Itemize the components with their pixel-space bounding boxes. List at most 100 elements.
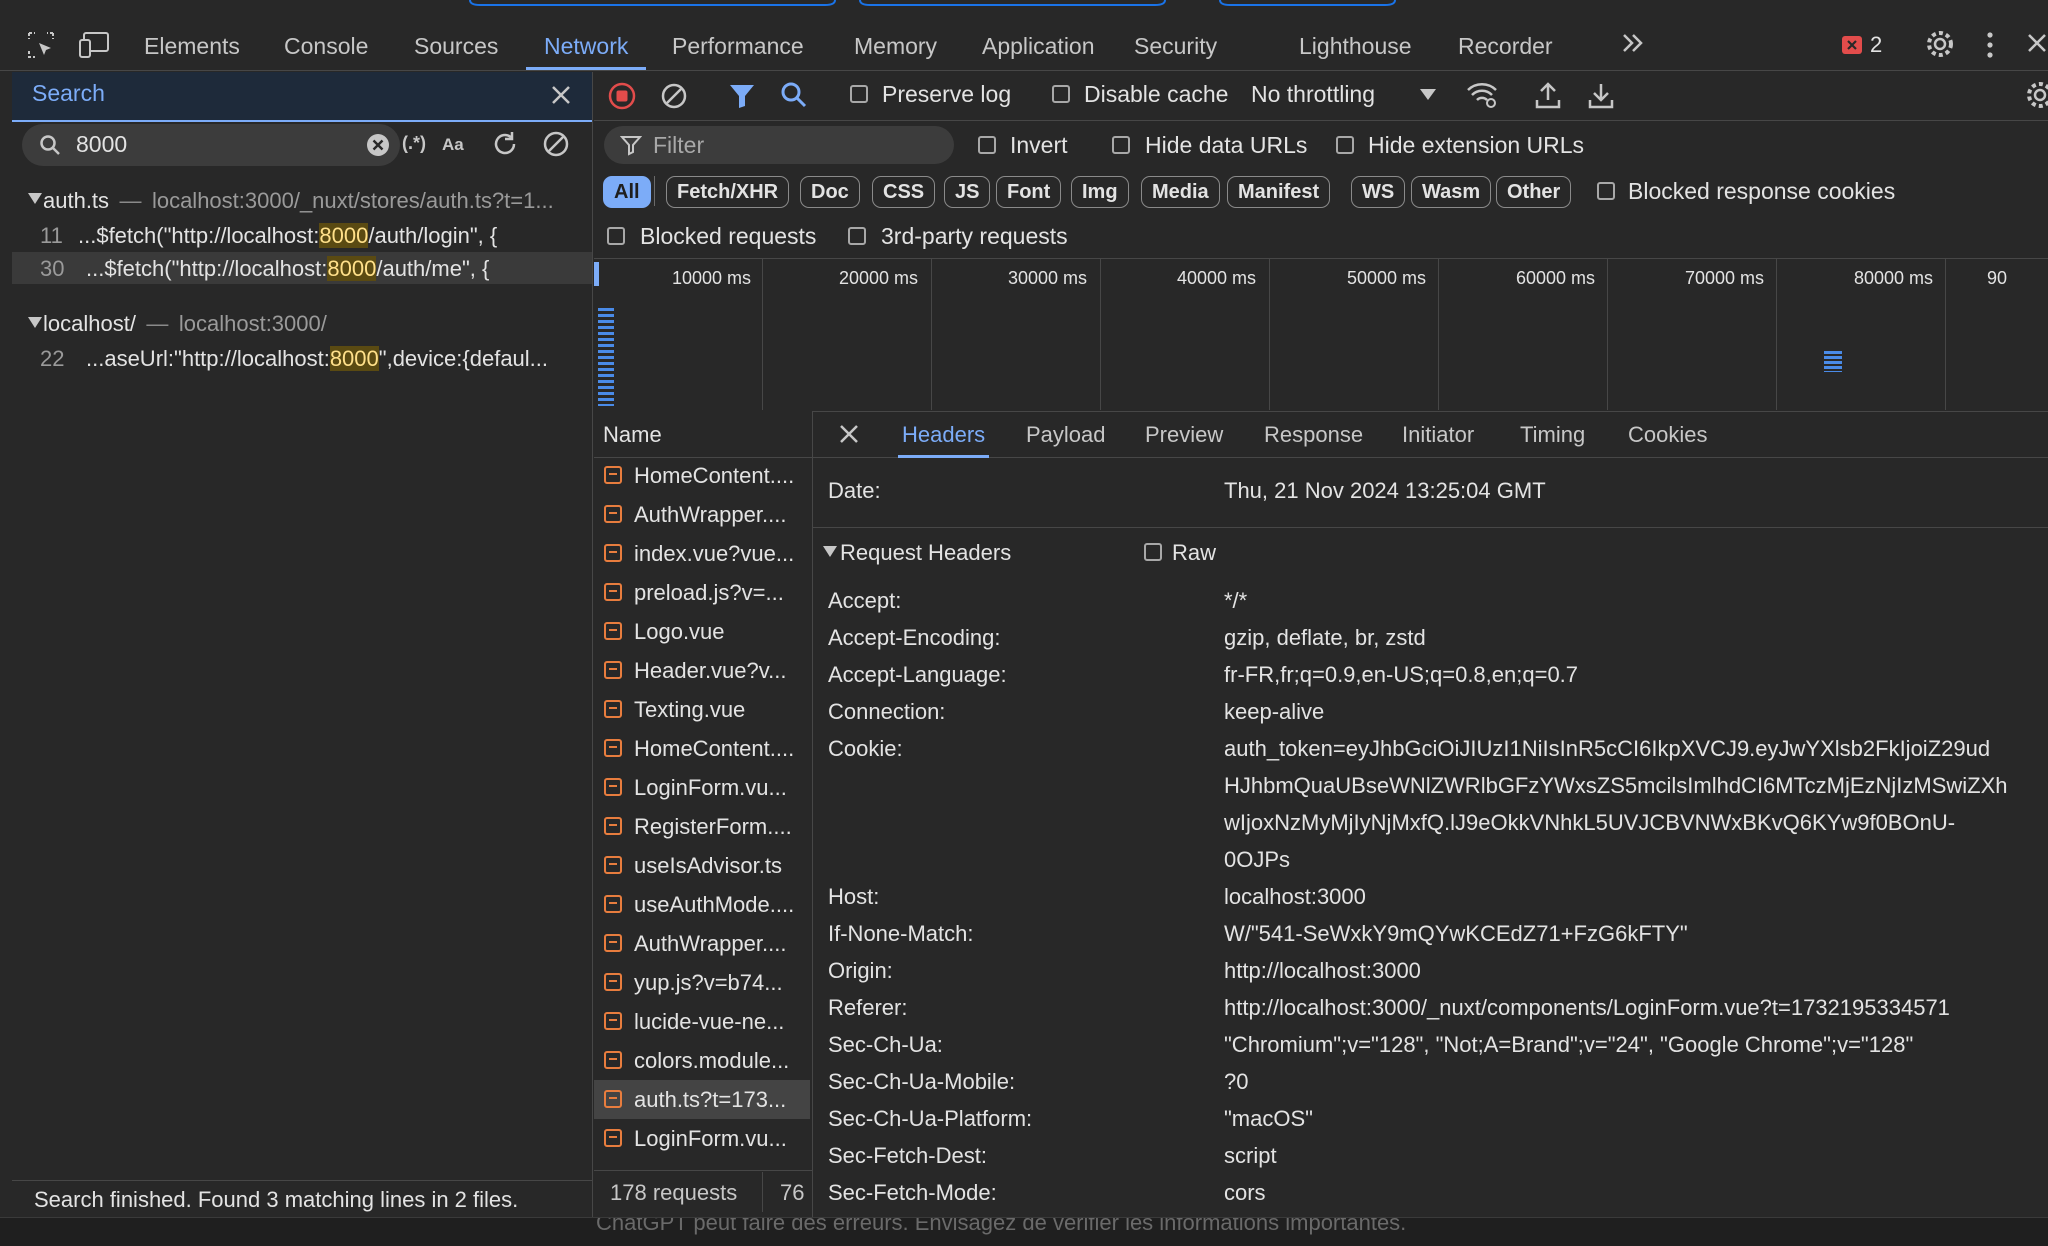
hide-extension-urls-checkbox[interactable]: [1336, 136, 1354, 154]
tab-network[interactable]: Network: [526, 22, 647, 70]
export-har-icon[interactable]: [1587, 80, 1615, 110]
raw-label: Raw: [1172, 540, 1217, 565]
filter-pill-css[interactable]: CSS: [872, 176, 936, 208]
expand-arrow-icon[interactable]: [28, 193, 42, 205]
more-tabs-icon[interactable]: [1618, 28, 1648, 58]
tab-elements[interactable]: Elements: [126, 22, 258, 70]
tab-application[interactable]: Application: [964, 22, 1113, 70]
tab-performance[interactable]: Performance: [654, 22, 822, 70]
timeline-handle[interactable]: [594, 262, 599, 286]
error-count[interactable]: 2: [1870, 32, 1882, 58]
filter-pill-all[interactable]: All: [603, 176, 651, 208]
filter-icon[interactable]: [728, 82, 756, 110]
settings-gear-icon[interactable]: [1924, 28, 1956, 60]
inspect-element-icon[interactable]: [26, 30, 56, 60]
filter-pill-img[interactable]: Img: [1071, 176, 1129, 208]
search-result-line[interactable]: 30 ...$fetch("http://localhost:8000/auth…: [12, 252, 592, 284]
tab-memory[interactable]: Memory: [836, 22, 955, 70]
detail-tab-payload[interactable]: Payload: [1022, 412, 1110, 458]
line-number: 30: [40, 256, 65, 281]
request-row[interactable]: HomeContent....: [594, 456, 810, 495]
raw-checkbox[interactable]: [1144, 543, 1162, 561]
request-row[interactable]: AuthWrapper....: [594, 924, 810, 963]
detail-tab-headers[interactable]: Headers: [898, 412, 990, 458]
request-headers-title[interactable]: Request Headers: [840, 540, 1011, 566]
search-input[interactable]: 8000: [76, 131, 127, 158]
filter-pill-ws[interactable]: WS: [1351, 176, 1406, 208]
match-case-toggle[interactable]: Aa: [442, 135, 464, 155]
search-result-file[interactable]: localhost/ — localhost:3000/: [43, 311, 327, 337]
error-icon[interactable]: [1842, 36, 1862, 54]
throttling-select[interactable]: No throttling: [1251, 81, 1375, 108]
search-result-line[interactable]: 22 ...aseUrl:"http://localhost:8000",dev…: [12, 342, 592, 374]
expand-arrow-icon[interactable]: [28, 317, 42, 329]
request-row[interactable]: useIsAdvisor.ts: [594, 846, 810, 885]
tab-recorder[interactable]: Recorder: [1440, 22, 1571, 70]
filter-input[interactable]: Filter: [653, 132, 704, 159]
tab-security[interactable]: Security: [1116, 22, 1235, 70]
request-row[interactable]: useAuthMode....: [594, 885, 810, 924]
detail-tab-response[interactable]: Response: [1260, 412, 1367, 458]
detail-tab-preview[interactable]: Preview: [1141, 412, 1227, 458]
tab-console[interactable]: Console: [266, 22, 386, 70]
detail-tab-initiator[interactable]: Initiator: [1398, 412, 1478, 458]
search-result-line[interactable]: 11 ...$fetch("http://localhost:8000/auth…: [12, 220, 592, 252]
network-search-icon[interactable]: [779, 80, 809, 110]
line-suffix: /auth/login", {: [368, 223, 498, 248]
search-panel-title[interactable]: Search: [32, 80, 105, 107]
name-column-header[interactable]: Name: [603, 422, 662, 448]
request-row[interactable]: yup.js?v=b74...: [594, 963, 810, 1002]
more-options-icon[interactable]: [1984, 30, 1996, 60]
request-row[interactable]: preload.js?v=...: [594, 573, 810, 612]
refresh-icon[interactable]: [490, 129, 520, 159]
close-search-icon[interactable]: [550, 84, 572, 106]
filter-pill-doc[interactable]: Doc: [800, 176, 860, 208]
timeline-overview[interactable]: [594, 258, 2048, 412]
preserve-log-checkbox[interactable]: [850, 85, 868, 103]
request-row[interactable]: index.vue?vue...: [594, 534, 810, 573]
collapse-arrow-icon[interactable]: [823, 546, 837, 558]
detail-tab-timing[interactable]: Timing: [1516, 412, 1589, 458]
request-row[interactable]: colors.module...: [594, 1041, 810, 1080]
network-conditions-icon[interactable]: [1466, 80, 1498, 110]
request-row[interactable]: LoginForm.vu...: [594, 768, 810, 807]
request-row[interactable]: auth.ts?t=173...: [594, 1080, 810, 1119]
request-row[interactable]: Header.vue?v...: [594, 651, 810, 690]
search-result-file[interactable]: auth.ts — localhost:3000/_nuxt/stores/au…: [43, 188, 554, 214]
invert-checkbox[interactable]: [978, 136, 996, 154]
request-row[interactable]: lucide-vue-ne...: [594, 1002, 810, 1041]
blocked-response-cookies-checkbox[interactable]: [1597, 182, 1615, 200]
disable-cache-checkbox[interactable]: [1052, 85, 1070, 103]
clear-search-icon[interactable]: [366, 133, 390, 157]
detail-tab-cookies[interactable]: Cookies: [1624, 412, 1711, 458]
request-row[interactable]: AuthWrapper....: [594, 495, 810, 534]
device-toolbar-icon[interactable]: [78, 30, 112, 60]
regex-toggle[interactable]: (.*): [402, 133, 426, 154]
close-detail-icon[interactable]: [838, 423, 860, 445]
blocked-requests-checkbox[interactable]: [607, 227, 625, 245]
request-row[interactable]: RegisterForm....: [594, 807, 810, 846]
filter-pill-js[interactable]: JS: [944, 176, 991, 208]
network-settings-gear-icon[interactable]: [2024, 80, 2048, 110]
hide-data-urls-checkbox[interactable]: [1112, 136, 1130, 154]
request-row[interactable]: HomeContent....: [594, 729, 810, 768]
filter-pill-fetch-xhr[interactable]: Fetch/XHR: [666, 176, 790, 208]
tab-lighthouse[interactable]: Lighthouse: [1281, 22, 1430, 70]
clear-results-icon[interactable]: [541, 129, 571, 159]
filter-pill-other[interactable]: Other: [1496, 176, 1572, 208]
tab-sources[interactable]: Sources: [396, 22, 516, 70]
clear-network-log-icon[interactable]: [659, 81, 689, 111]
filter-pill-manifest[interactable]: Manifest: [1227, 176, 1331, 208]
stop-recording-icon[interactable]: [607, 81, 637, 111]
request-row[interactable]: Texting.vue: [594, 690, 810, 729]
filter-pill-wasm[interactable]: Wasm: [1411, 176, 1492, 208]
import-har-icon[interactable]: [1534, 80, 1562, 110]
request-row[interactable]: LoginForm.vu...: [594, 1119, 810, 1158]
filter-pill-font[interactable]: Font: [996, 176, 1062, 208]
request-row[interactable]: Logo.vue: [594, 612, 810, 651]
script-file-icon: [604, 895, 622, 913]
filter-pill-media[interactable]: Media: [1141, 176, 1220, 208]
close-devtools-icon[interactable]: [2026, 32, 2048, 54]
dropdown-arrow-icon[interactable]: [1420, 89, 1436, 101]
third-party-requests-checkbox[interactable]: [848, 227, 866, 245]
